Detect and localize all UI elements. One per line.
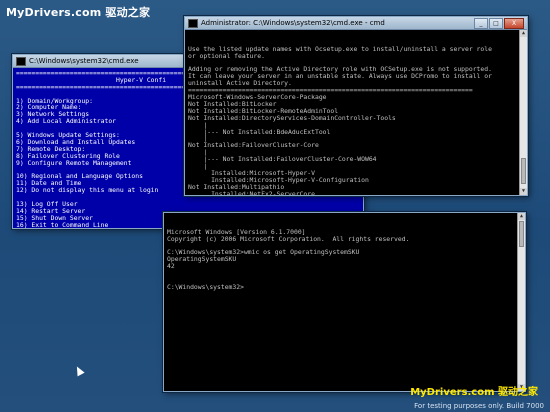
console-line: Not Installed:FailoverCluster-Core [188,141,319,150]
close-button[interactable]: X [504,17,524,29]
vertical-scrollbar[interactable]: ▲ ▼ [517,213,525,391]
window-title: Administrator: C:\Windows\system32\cmd.e… [201,19,385,27]
scrollbar-thumb[interactable] [521,158,526,184]
console-line: Not Installed:DirectoryServices-DomainCo… [188,113,396,122]
admin-cmd-window[interactable]: Administrator: C:\Windows\system32\cmd.e… [184,16,528,196]
build-watermark: For testing purposes only. Build 7000 [414,402,544,410]
console-line: OperatingSystemSKU [167,255,237,264]
console-line: Installed:NetFx2-ServerCore [188,189,315,195]
console-line: C:\Windows\system32> [167,282,244,291]
console-icon [16,56,26,66]
console-body[interactable]: Use the listed update names with Ocsetup… [185,30,527,195]
console-text: Microsoft Windows [Version 6.1.7000] Copy… [167,228,522,291]
minimize-button[interactable]: _ [474,17,488,29]
window-titlebar[interactable]: Administrator: C:\Windows\system32\cmd.e… [185,17,527,30]
maximize-button[interactable]: □ [489,17,503,29]
console-line: Copyright (c) 2006 Microsoft Corporation… [167,234,410,243]
console-icon [188,18,198,28]
console-body[interactable]: Microsoft Windows [Version 6.1.7000] Copy… [164,213,525,391]
console-line: 42 [167,262,175,271]
console-line: |--- Not Installed:BdeAducExtTool [188,127,331,136]
scroll-up-icon[interactable]: ▲ [520,30,527,37]
console-line: |--- Not Installed:FailoverCluster-Core-… [188,155,377,164]
watermark-top: MyDrivers.com 驱动之家 [6,6,151,19]
console-line: or optional feature. [188,51,265,60]
scrollbar-thumb[interactable] [519,221,524,247]
console-text: Use the listed update names with Ocsetup… [188,45,524,195]
scroll-down-icon[interactable]: ▼ [520,188,527,195]
cmd-window[interactable]: Microsoft Windows [Version 6.1.7000] Copy… [163,212,526,392]
vertical-scrollbar[interactable]: ▲ ▼ [519,30,527,195]
scroll-up-icon[interactable]: ▲ [518,213,525,220]
watermark-bottom: MyDrivers.com 驱动之家 [410,387,538,398]
